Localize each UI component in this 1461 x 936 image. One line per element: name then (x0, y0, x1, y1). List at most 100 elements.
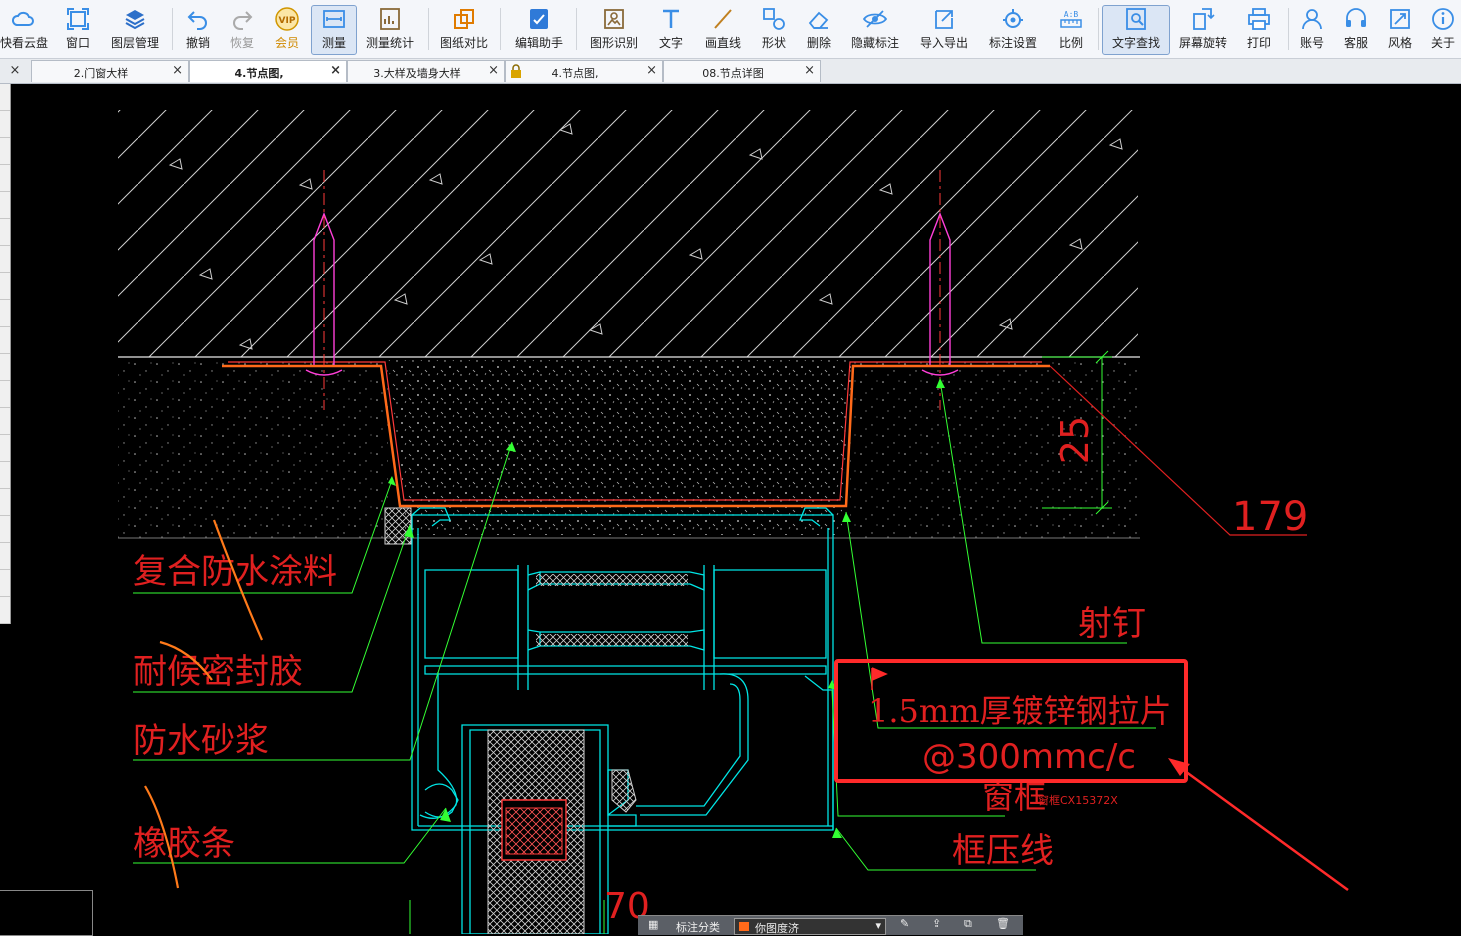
print-icon (1248, 8, 1270, 30)
text-icon (663, 9, 679, 28)
label-sealant: 耐候密封胶 (133, 652, 303, 692)
cloud-icon (11, 11, 34, 26)
toolbar-separator (172, 8, 173, 50)
toolbar-style-button[interactable]: 风格 (1382, 6, 1418, 56)
measure-icon (323, 10, 345, 28)
toolbar-label: 快看云盘 (0, 36, 49, 50)
dimension-179-text: 179 (1232, 494, 1308, 540)
edit-icon[interactable]: ✎ (900, 917, 909, 930)
toolbar-label: 删除 (806, 36, 831, 50)
label-nail: 射钉 (1078, 604, 1146, 644)
import-export-icon (935, 10, 953, 29)
thermal-break-lower (536, 634, 688, 646)
toolbar-label: 图形识别 (589, 36, 638, 50)
toolbar-label: 恢复 (229, 36, 254, 50)
dimension-25-text: 25 (1053, 416, 1097, 464)
label-spacing: @300mmc/c (922, 737, 1136, 777)
tab-label: 3.大样及墙身大样 (373, 67, 461, 80)
toolbar-account-button[interactable]: 账号 (1294, 6, 1330, 56)
toolbar-line-button[interactable]: 画直线 (700, 6, 746, 56)
toolbar-annotation-settings-button[interactable]: 标注设置 (982, 6, 1044, 56)
tab-door-window-detail[interactable]: 2.门窗大样 × (31, 60, 189, 82)
toolbar-label: 画直线 (704, 36, 741, 50)
toolbar-separator (1098, 8, 1099, 50)
close-all-tabs-button[interactable]: × (0, 60, 30, 82)
toolbar-compare-button[interactable]: 图纸对比 (436, 6, 492, 56)
toolbar-shape-button[interactable]: 形状 (756, 6, 792, 56)
toolbar-edit-assistant-button[interactable]: 编辑助手 (510, 6, 568, 56)
toolbar-rotate-button[interactable]: 屏幕旋转 (1176, 6, 1230, 56)
toolbar-label: 标注设置 (988, 36, 1037, 50)
toolbar-window-button[interactable]: 窗口 (58, 6, 98, 56)
toolbar-about-button[interactable]: 关于 (1426, 6, 1460, 56)
tab-close-icon[interactable]: × (646, 63, 657, 78)
toolbar-vip-button[interactable]: VIP 会员 (268, 6, 306, 56)
tab-close-icon[interactable]: × (488, 63, 499, 78)
tab-close-icon[interactable]: × (172, 63, 183, 78)
bottom-left-panel (0, 890, 93, 936)
glass-spacer-hatch-red (505, 807, 563, 855)
headset-icon (1346, 8, 1366, 27)
toolbar-measure-stats-button[interactable]: 测量统计 (362, 6, 418, 56)
upload-icon[interactable]: ⇪ (932, 917, 941, 930)
toolbar-support-button[interactable]: 客服 (1338, 6, 1374, 56)
label-steel-strip: 1.5mm厚镀锌钢拉片 (868, 692, 1172, 730)
left-side-panel[interactable] (0, 84, 11, 624)
measure-stats-icon (380, 8, 400, 30)
annotation-category-bar: ▦ 标注分类 你图度济 ▾ ✎ ⇪ ⧉ 🗑 (638, 915, 1023, 935)
toolbar-redo-button[interactable]: 恢复 (224, 6, 260, 56)
thermal-break-upper (536, 574, 688, 586)
edit-assistant-icon (530, 9, 548, 29)
toolbar-label: 关于 (1430, 36, 1455, 50)
label-rubber-strip: 橡胶条 (133, 824, 235, 864)
vip-icon: VIP (275, 7, 299, 31)
window-icon (67, 8, 89, 30)
annotation-settings-icon (1003, 9, 1023, 28)
toolbar-import-export-button[interactable]: 导入导出 (914, 6, 974, 56)
eraser-icon (808, 11, 829, 29)
tab-close-icon[interactable]: × (330, 63, 341, 78)
toolbar-separator (428, 8, 429, 50)
trash-icon[interactable]: 🗑 (996, 917, 1010, 930)
tab-node-drawing-locked[interactable]: 4.节点图, × (505, 60, 663, 82)
toolbar-label: 账号 (1299, 36, 1324, 50)
copy-icon[interactable]: ⧉ (964, 917, 972, 931)
grid-icon[interactable]: ▦ (648, 918, 658, 931)
tab-label: 4.节点图, (234, 67, 284, 80)
toolbar-scale-button[interactable]: A:B 比例 (1052, 6, 1090, 56)
toolbar-shape-recognition-button[interactable]: 图形识别 (586, 6, 642, 56)
toolbar-label: 比例 (1058, 36, 1083, 50)
undo-icon (187, 11, 207, 30)
concrete-wall (118, 110, 1138, 357)
toolbar-delete-button[interactable]: 删除 (800, 6, 838, 56)
label-waterproof-mortar: 防水砂浆 (133, 721, 269, 761)
toolbar-layers-button[interactable]: 图层管理 (106, 6, 164, 56)
toolbar-label: 风格 (1387, 36, 1412, 50)
highlight-arrow (1177, 764, 1349, 892)
tab-wall-detail[interactable]: 3.大样及墙身大样 × (347, 60, 505, 82)
toolbar-label: 会员 (274, 36, 299, 50)
rotate-icon (1193, 8, 1215, 30)
label-bead: 框压线 (952, 831, 1054, 871)
tab-node-drawing[interactable]: 4.节点图, × (189, 60, 347, 82)
toolbar-cloud-button[interactable]: 快看云盘 (0, 6, 49, 56)
toolbar-print-button[interactable]: 打印 (1240, 6, 1278, 56)
shape-icon (763, 8, 785, 30)
flag-marker-icon (871, 667, 888, 690)
tab-close-icon[interactable]: × (804, 63, 815, 78)
toolbar-label: 形状 (761, 36, 786, 50)
toolbar-hide-annotation-button[interactable]: 隐藏标注 (846, 6, 904, 56)
toolbar-label: 客服 (1343, 36, 1368, 50)
waterproof-mortar-fill (388, 360, 852, 505)
drawing-canvas[interactable]: 25 179 复合防水涂料 耐候密封胶 防水砂浆 橡胶条 射钉 1.5mm厚镀锌… (0, 84, 1461, 934)
hide-annotation-icon (862, 10, 888, 28)
tab-node-detail[interactable]: 08.节点详图 × (663, 60, 821, 82)
annotation-category-label: 标注分类 (676, 921, 720, 934)
annotation-category-select[interactable]: 你图度济 ▾ (734, 918, 886, 935)
toolbar-text-search-button[interactable]: 文字查找 (1102, 5, 1170, 55)
mortar-layer-left (118, 360, 388, 538)
toolbar-text-button[interactable]: 文字 (652, 6, 690, 56)
toolbar-undo-button[interactable]: 撤销 (180, 6, 216, 56)
toolbar-measure-button[interactable]: 测量 (311, 5, 357, 55)
info-icon (1432, 8, 1454, 30)
